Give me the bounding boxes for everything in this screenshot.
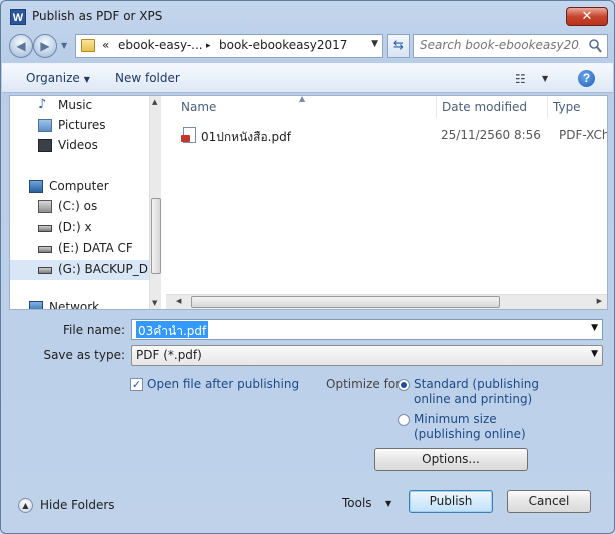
- breadcrumb-ebook-easy[interactable]: ebook-easy-...: [118, 38, 203, 52]
- nav-item-drive-c[interactable]: (C:) os: [10, 197, 151, 217]
- command-toolbar: Organize ▼ New folder ☷ ▼ ?: [2, 63, 613, 93]
- file-name-value[interactable]: 03คำนำ.pdf: [136, 321, 209, 338]
- open-after-publishing-label[interactable]: Open file after publishing: [147, 377, 299, 391]
- publish-dialog: W Publish as PDF or XPS ✕ ◀ ▶ ▼ « ebook-…: [0, 0, 615, 534]
- nav-item-label: Computer: [49, 179, 109, 193]
- pictures-icon: [38, 119, 52, 132]
- chevron-down-icon: ▼: [83, 75, 90, 84]
- save-as-type-value: PDF (*.pdf): [136, 348, 202, 362]
- column-header-name[interactable]: Name: [181, 96, 216, 118]
- music-icon: ♪: [38, 97, 47, 112]
- nav-item-label: (D:) x: [58, 220, 92, 234]
- navigation-bar: ◀ ▶ ▼ « ebook-easy-... ▸ book-ebookeasy2…: [7, 33, 608, 59]
- minimum-size-radio[interactable]: [398, 414, 410, 426]
- refresh-icon: ⇆: [393, 38, 404, 53]
- nav-item-drive-g[interactable]: (G:) BACKUP_DRV: [10, 260, 151, 280]
- drive-icon: [38, 246, 52, 253]
- minimum-size-option-label[interactable]: Minimum size (publishing online): [414, 412, 554, 442]
- change-view-icon[interactable]: ☷: [515, 72, 526, 86]
- videos-icon: [38, 139, 52, 152]
- nav-item-computer[interactable]: Computer: [10, 177, 151, 197]
- file-date-modified: 25/11/2560 8:56: [441, 128, 541, 142]
- nav-item-label: Network: [49, 300, 100, 309]
- file-list-horizontal-scrollbar[interactable]: ◀ ▶: [166, 294, 607, 309]
- nav-item-label: Videos: [58, 138, 98, 152]
- breadcrumb-separator-icon[interactable]: ▸: [206, 41, 211, 51]
- options-button[interactable]: Options...: [374, 448, 528, 471]
- scroll-down-arrow-icon[interactable]: ▼: [152, 299, 157, 307]
- file-name-dropdown-icon[interactable]: ▼: [591, 323, 598, 333]
- standard-option-label[interactable]: Standard (publishing online and printing…: [414, 377, 554, 407]
- nav-item-label: (E:) DATA CF: [58, 241, 133, 255]
- recent-pages-dropdown-icon[interactable]: ▼: [61, 41, 71, 51]
- view-options-chevron-icon[interactable]: ▼: [542, 74, 548, 83]
- drive-icon: [38, 267, 52, 274]
- search-input[interactable]: [420, 38, 580, 52]
- save-as-type-dropdown-icon[interactable]: ▼: [591, 349, 598, 359]
- nav-item-music[interactable]: ♪ Music: [10, 96, 151, 116]
- word-app-icon: W: [10, 9, 26, 25]
- window-title: Publish as PDF or XPS: [32, 9, 163, 23]
- save-as-type-label: Save as type:: [43, 348, 125, 362]
- address-dropdown-icon[interactable]: ▼: [371, 39, 378, 49]
- folder-icon: [81, 39, 95, 52]
- forward-button[interactable]: ▶: [33, 34, 57, 58]
- save-as-type-select[interactable]: PDF (*.pdf) ▼: [131, 345, 603, 366]
- scroll-up-arrow-icon[interactable]: ▲: [152, 98, 157, 106]
- nav-item-label: Music: [58, 98, 93, 112]
- organize-menu[interactable]: Organize ▼: [26, 71, 90, 85]
- publish-button[interactable]: Publish: [409, 490, 493, 513]
- nav-item-network[interactable]: Network: [10, 298, 151, 309]
- nav-item-pictures[interactable]: Pictures: [10, 116, 151, 136]
- address-bar[interactable]: « ebook-easy-... ▸ book-ebookeasy2017 ▼: [75, 34, 383, 58]
- column-header-type[interactable]: Type: [547, 96, 581, 118]
- nav-item-drive-e[interactable]: (E:) DATA CF: [10, 239, 151, 259]
- tools-chevron-down-icon[interactable]: ▼: [385, 499, 391, 508]
- refresh-button[interactable]: ⇆: [387, 34, 410, 58]
- hide-folders-button[interactable]: Hide Folders: [40, 498, 115, 512]
- scroll-left-arrow-icon[interactable]: ◀: [176, 297, 181, 305]
- standard-radio[interactable]: [398, 379, 410, 391]
- network-icon: [29, 301, 43, 309]
- file-list-pane: ▲ Name Date modified Type 01ปกหนังสือ.pd…: [166, 96, 607, 309]
- nav-item-drive-d[interactable]: (D:) x: [10, 218, 151, 238]
- sort-ascending-icon: ▲: [299, 96, 306, 103]
- open-after-publishing-checkbox[interactable]: ✓: [130, 378, 143, 391]
- nav-item-label: (C:) os: [58, 199, 98, 213]
- organize-label: Organize: [26, 71, 80, 85]
- scroll-right-arrow-icon[interactable]: ▶: [597, 297, 602, 305]
- optimize-for-label: Optimize for:: [326, 377, 404, 391]
- back-button[interactable]: ◀: [9, 34, 33, 58]
- cancel-button[interactable]: Cancel: [507, 490, 591, 513]
- drive-c-icon: [38, 200, 52, 213]
- nav-item-label: Pictures: [58, 118, 106, 132]
- close-button[interactable]: ✕: [566, 7, 608, 26]
- tools-menu-button[interactable]: Tools: [342, 496, 372, 510]
- file-name-field[interactable]: 03คำนำ.pdf ▼: [131, 319, 603, 340]
- nav-item-label: (G:) BACKUP_DRV: [58, 262, 151, 276]
- help-icon[interactable]: ?: [578, 70, 595, 87]
- pdf-file-icon: [181, 127, 196, 143]
- address-overflow-chevron[interactable]: «: [102, 38, 109, 52]
- file-browser: ♪ Music Pictures Videos Computer (C:) os: [9, 95, 608, 310]
- file-row[interactable]: 01ปกหนังสือ.pdf 25/11/2560 8:56 PDF-XCha…: [180, 126, 607, 146]
- drive-icon: [38, 225, 52, 232]
- file-name: 01ปกหนังสือ.pdf: [201, 130, 291, 144]
- search-icon: [589, 39, 602, 53]
- nav-pane-scrollbar[interactable]: ▲ ▼: [149, 96, 161, 309]
- file-name-label-text: File name:: [63, 323, 125, 337]
- scrollbar-thumb[interactable]: [151, 198, 161, 274]
- search-box[interactable]: [413, 34, 608, 58]
- hide-folders-chevron-up-icon[interactable]: ▲: [18, 498, 33, 513]
- column-header-date-modified[interactable]: Date modified: [436, 96, 527, 118]
- title-bar[interactable]: W Publish as PDF or XPS ✕: [1, 1, 614, 31]
- file-type: PDF-XChange: [559, 128, 607, 142]
- breadcrumb-book-ebookeasy2017[interactable]: book-ebookeasy2017: [219, 38, 347, 52]
- file-name-label: File name:: [41, 323, 125, 337]
- nav-item-videos[interactable]: Videos: [10, 136, 151, 156]
- computer-icon: [29, 180, 43, 193]
- new-folder-button[interactable]: New folder: [115, 71, 180, 85]
- scrollbar-thumb[interactable]: [191, 296, 500, 308]
- navigation-pane: ♪ Music Pictures Videos Computer (C:) os: [10, 96, 161, 309]
